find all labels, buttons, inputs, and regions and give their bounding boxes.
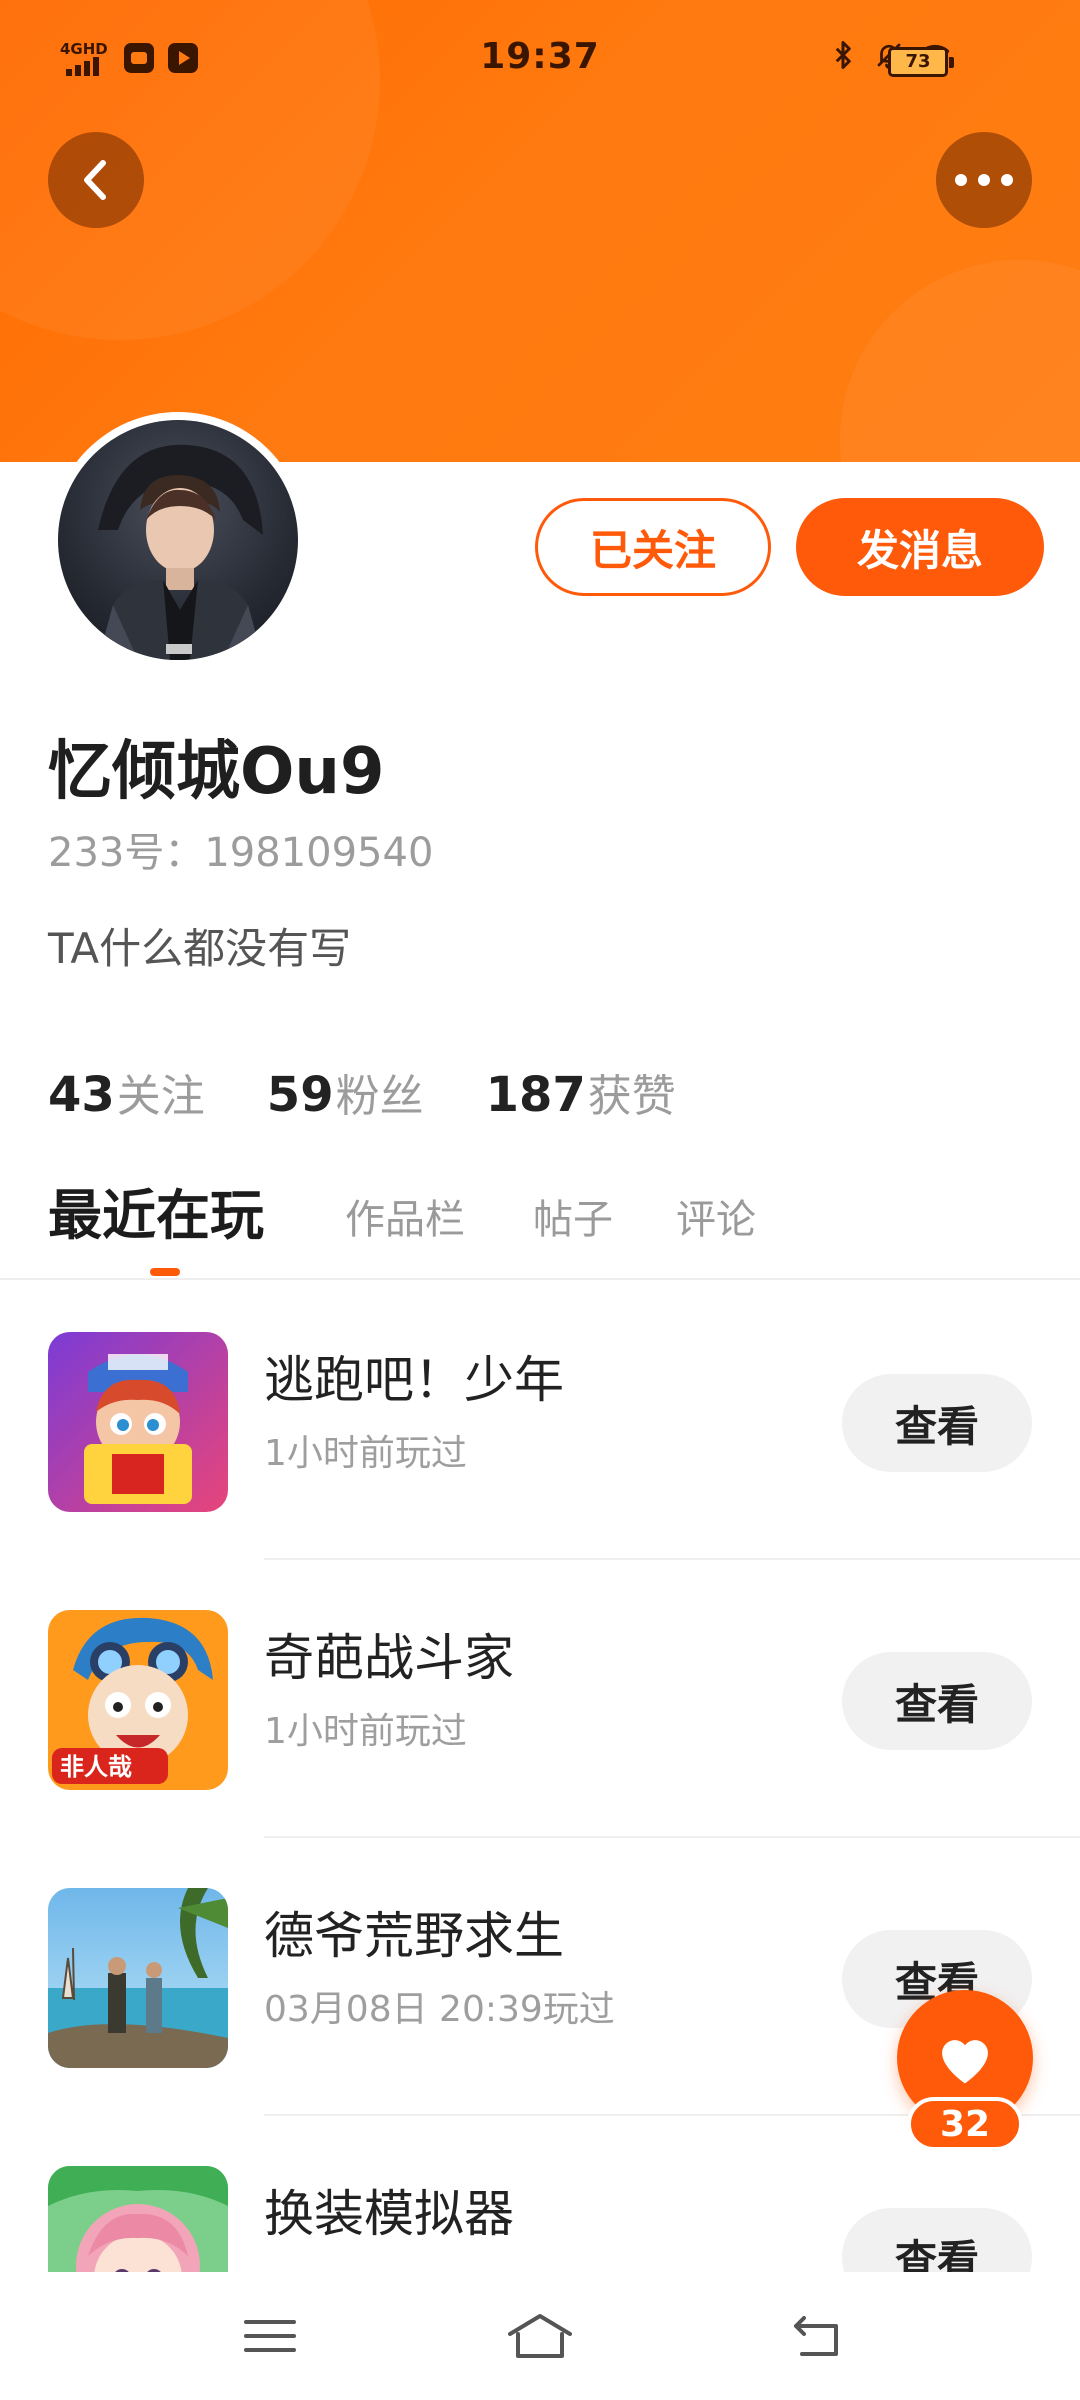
profile-stats: 43 关注 59 粉丝 187 获赞 [48, 1060, 676, 1124]
list-item[interactable]: 非人哉 奇葩战斗家 1小时前玩过 查看 [0, 1560, 1080, 1838]
user-bio: TA什么都没有写 [48, 924, 352, 973]
last-played-time: 03月08日 20:39玩过 [264, 1989, 615, 2030]
svg-text:非人哉: 非人哉 [60, 1753, 132, 1781]
heart-icon [942, 2040, 988, 2084]
game-name: 德爷荒野求生 [264, 1907, 564, 1965]
avatar[interactable] [50, 412, 306, 668]
stat-following[interactable]: 43 关注 [48, 1060, 205, 1124]
bluetooth-icon [835, 41, 851, 69]
stat-fans[interactable]: 59 粉丝 [267, 1060, 424, 1124]
game-icon [48, 1888, 228, 2068]
list-item[interactable]: 逃跑吧！少年 1小时前玩过 查看 [0, 1282, 1080, 1560]
view-button[interactable]: 查看 [842, 1652, 1032, 1750]
more-button[interactable] [936, 132, 1032, 228]
more-dots-icon [955, 174, 1013, 186]
last-played-time: 1小时前玩过 [264, 1711, 467, 1752]
game-icon: 非人哉 [48, 1610, 228, 1790]
menu-icon[interactable] [240, 2310, 300, 2362]
stat-likes[interactable]: 187 获赞 [486, 1060, 676, 1124]
like-count-badge: 32 [907, 2097, 1023, 2151]
battery-indicator: 73 [888, 47, 954, 77]
game-icon [48, 1332, 228, 1512]
back-button[interactable] [48, 132, 144, 228]
tab-posts[interactable]: 帖子 [533, 1184, 613, 1256]
status-bar: 4GHD 19:37 73 [0, 0, 1080, 120]
system-nav-bar [0, 2272, 1080, 2400]
tab-comments[interactable]: 评论 [676, 1184, 756, 1256]
view-button[interactable]: 查看 [842, 1374, 1032, 1472]
last-played-time: 1小时前玩过 [264, 1433, 467, 1474]
game-name: 奇葩战斗家 [264, 1629, 514, 1687]
tab-works[interactable]: 作品栏 [345, 1184, 465, 1256]
tab-recently-played[interactable]: 最近在玩 [48, 1180, 264, 1252]
game-name: 换装模拟器 [264, 2185, 514, 2243]
following-button[interactable]: 已关注 [535, 498, 771, 596]
tab-indicator [150, 1268, 180, 1276]
return-icon[interactable] [790, 2310, 850, 2362]
game-name: 逃跑吧！少年 [264, 1351, 564, 1409]
username: 忆倾城Ou9 [48, 735, 385, 809]
send-message-button[interactable]: 发消息 [796, 498, 1044, 596]
avatar-image [98, 444, 263, 660]
chevron-left-icon [84, 160, 106, 200]
user-id: 233号：198109540 [48, 830, 434, 876]
home-icon[interactable] [504, 2310, 576, 2362]
profile-tabs: 最近在玩 作品栏 帖子 评论 [0, 1180, 1080, 1280]
